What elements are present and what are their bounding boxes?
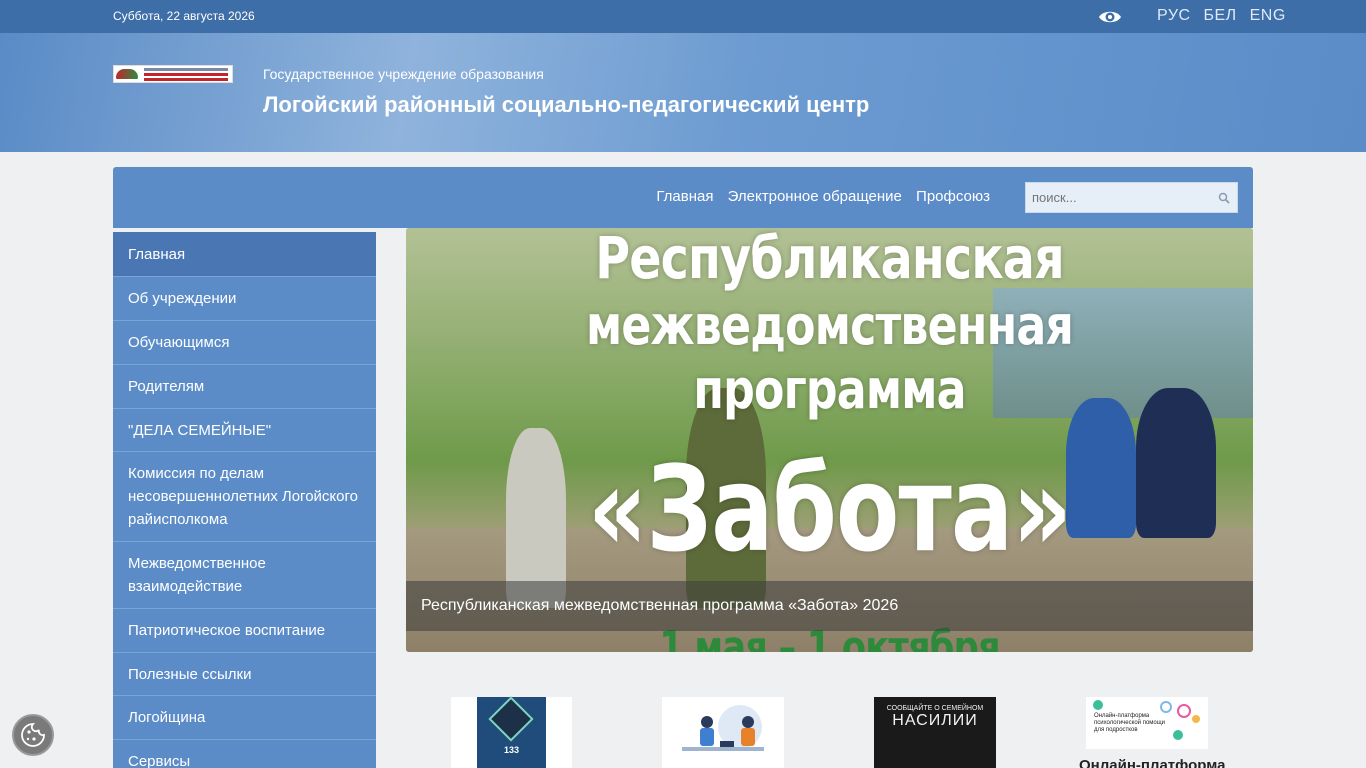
- nav-link-union[interactable]: Профсоюз: [916, 188, 990, 205]
- sidebar-item-patriotic[interactable]: Патриотическое воспитание: [113, 609, 376, 653]
- sidebar-menu: Главная Об учреждении Обучающимся Родите…: [113, 232, 376, 768]
- sidebar-item-students[interactable]: Обучающимся: [113, 321, 376, 365]
- banner-slider[interactable]: Республиканская межведомственная програм…: [406, 228, 1253, 652]
- thumb-platform-title[interactable]: Онлайн-платформа: [1079, 757, 1225, 768]
- thumb-family-violence[interactable]: СООБЩАЙТЕ О СЕМЕЙНОМ НАСИЛИИ: [874, 697, 996, 768]
- thumb-online-platform[interactable]: Онлайн-платформа психологической помощи …: [1086, 697, 1208, 749]
- banner-headline-line4: «Забота»: [587, 440, 1072, 578]
- search-icon[interactable]: [1218, 192, 1230, 204]
- search-box: [1025, 182, 1238, 213]
- sidebar-item-about[interactable]: Об учреждении: [113, 277, 376, 321]
- banner-headline-line2: межведомственная: [585, 294, 1074, 357]
- thumb-helpline-133[interactable]: 133: [451, 696, 572, 768]
- eye-icon[interactable]: [1098, 9, 1122, 25]
- main-navbar: Главная Электронное обращение Профсоюз: [113, 167, 1253, 228]
- sidebar-item-interagency[interactable]: Межведомственное взаимодействие: [113, 542, 376, 609]
- nav-link-e-appeal[interactable]: Электронное обращение: [728, 188, 902, 205]
- thumb-consultation[interactable]: [662, 697, 784, 768]
- org-subtitle: Государственное учреждение образования: [263, 66, 544, 82]
- nav-links: Главная Электронное обращение Профсоюз: [646, 188, 990, 205]
- sidebar-item-parents[interactable]: Родителям: [113, 365, 376, 409]
- site-logo[interactable]: [113, 65, 233, 83]
- sidebar-item-commission[interactable]: Комиссия по делам несовершеннолетних Лог…: [113, 452, 376, 542]
- banner-headline-line3: программа: [693, 358, 966, 421]
- language-switcher: РУС БЕЛ ENG: [1157, 7, 1294, 25]
- sidebar-item-home[interactable]: Главная: [113, 232, 376, 277]
- top-bar: Суббота, 22 августа 2026 РУС БЕЛ ENG: [0, 0, 1366, 33]
- sidebar-item-services[interactable]: Сервисы: [113, 740, 376, 768]
- nav-link-home[interactable]: Главная: [656, 188, 713, 205]
- sidebar-item-logoysk[interactable]: Логойщина: [113, 696, 376, 740]
- consultation-illustration-icon: [682, 705, 764, 751]
- thumb-helpline-number: 133: [503, 745, 520, 755]
- thumb-platform-text: Онлайн-платформа психологической помощи …: [1094, 713, 1166, 733]
- banner-caption[interactable]: Республиканская межведомственная програм…: [406, 581, 1253, 631]
- current-date: Суббота, 22 августа 2026: [113, 9, 255, 23]
- lang-bel[interactable]: БЕЛ: [1204, 7, 1237, 24]
- cookie-icon: [21, 723, 45, 747]
- search-input[interactable]: [1026, 183, 1206, 212]
- sidebar-item-useful-links[interactable]: Полезные ссылки: [113, 653, 376, 696]
- sidebar-item-family-affairs[interactable]: "ДЕЛА СЕМЕЙНЫЕ": [113, 409, 376, 452]
- banner-headline-line1: Республиканская: [595, 228, 1064, 292]
- site-header: Государственное учреждение образования Л…: [0, 33, 1366, 152]
- thumb-violence-subtitle: СООБЩАЙТЕ О СЕМЕЙНОМ: [886, 705, 984, 712]
- cookie-settings-button[interactable]: [12, 714, 54, 756]
- thumb-violence-title: НАСИЛИИ: [892, 712, 978, 729]
- lang-eng[interactable]: ENG: [1250, 7, 1286, 24]
- lang-rus[interactable]: РУС: [1157, 7, 1191, 24]
- org-title[interactable]: Логойский районный социально-педагогичес…: [263, 92, 869, 118]
